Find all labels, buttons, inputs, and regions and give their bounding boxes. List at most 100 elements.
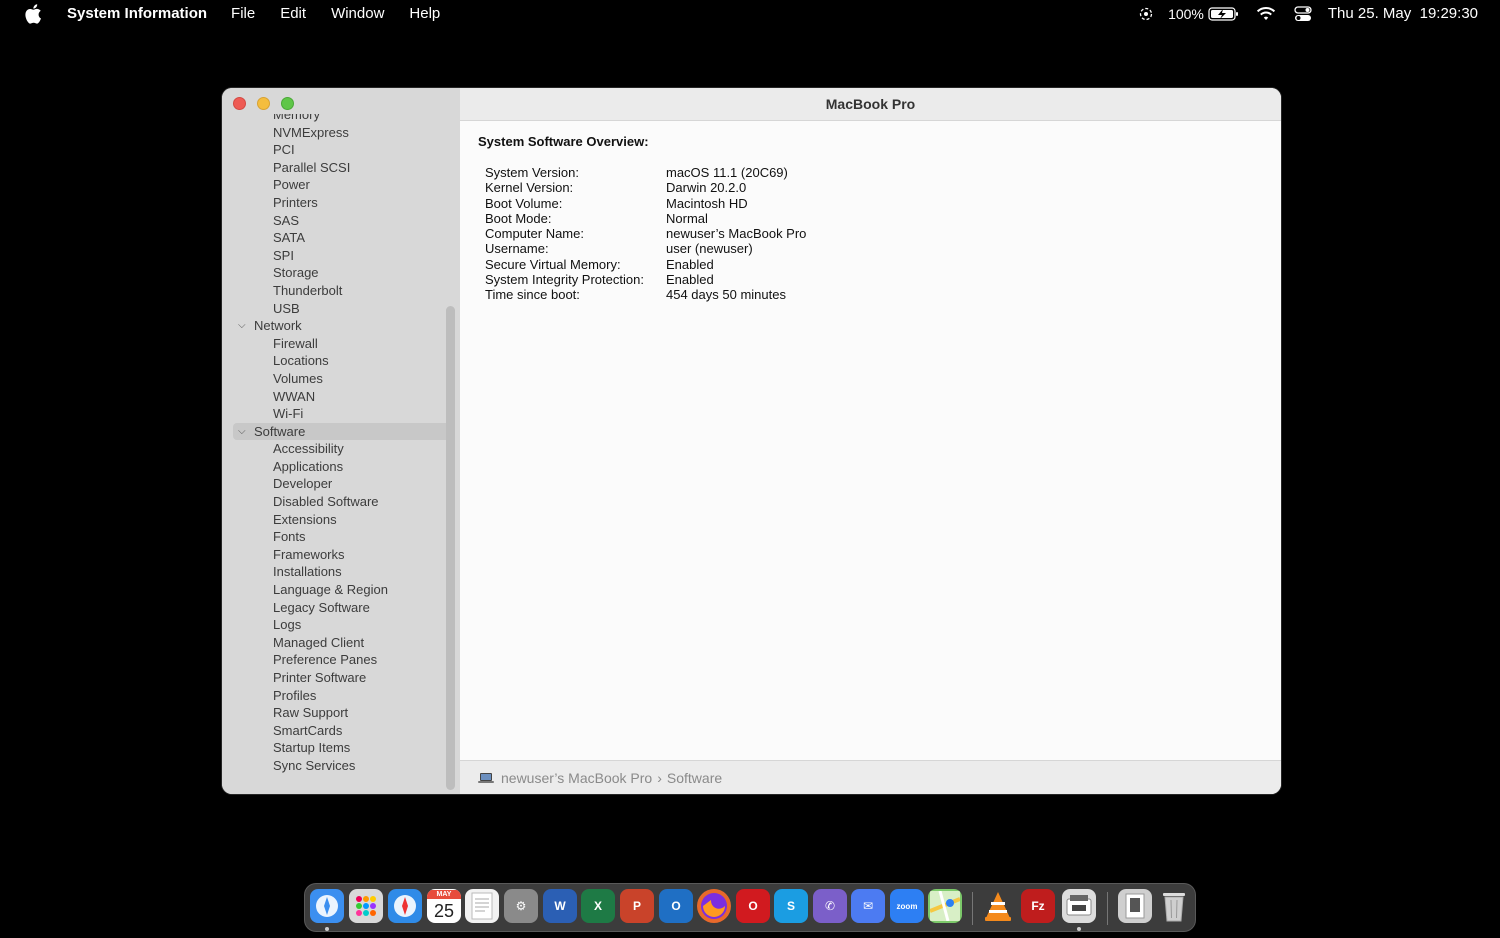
sidebar-item[interactable]: Startup Items — [222, 739, 460, 757]
sidebar-item[interactable]: Printers — [222, 194, 460, 212]
apple-menu-icon[interactable] — [24, 4, 42, 24]
sidebar-item[interactable]: Logs — [222, 616, 460, 634]
sidebar-item[interactable]: SPI — [222, 247, 460, 265]
sidebar-item[interactable]: SmartCards — [222, 722, 460, 740]
sidebar-item[interactable]: Printer Software — [222, 669, 460, 687]
sidebar-item[interactable]: Fonts — [222, 528, 460, 546]
sidebar-item-label: Disabled Software — [273, 494, 379, 510]
path-section[interactable]: Software — [667, 770, 722, 786]
sidebar-item[interactable]: Extensions — [222, 511, 460, 529]
messenger-icon[interactable]: ✉ — [851, 889, 885, 923]
sidebar-item[interactable]: Volumes — [222, 370, 460, 388]
zoom-icon[interactable]: zoom — [890, 889, 924, 923]
menu-help[interactable]: Help — [409, 5, 440, 22]
sidebar-item[interactable]: Profiles — [222, 687, 460, 705]
close-button[interactable] — [233, 97, 246, 110]
opera-icon[interactable]: O — [736, 889, 770, 923]
battery-charging-icon[interactable] — [1208, 6, 1240, 22]
sidebar-item[interactable]: Wi-Fi — [222, 405, 460, 423]
sidebar-item-label: Extensions — [273, 511, 337, 527]
sidebar-item-label: Storage — [273, 265, 319, 281]
sidebar-item-label: Locations — [273, 353, 329, 369]
calendar-icon[interactable]: MAY 25 — [427, 889, 461, 923]
overview-row: Secure Virtual Memory: Enabled — [485, 257, 806, 272]
vlc-icon[interactable] — [981, 889, 1015, 923]
system-preferences-icon[interactable]: ⚙ — [504, 889, 538, 923]
overview-row: System Version: macOS 11.1 (20C69) — [485, 165, 806, 180]
viber-icon[interactable]: ✆ — [813, 889, 847, 923]
excel-icon[interactable]: X — [581, 889, 615, 923]
control-center-icon[interactable] — [1294, 5, 1312, 22]
sidebar-scrollbar[interactable] — [446, 306, 455, 790]
outlook-icon[interactable]: O — [659, 889, 693, 923]
sidebar-item-label: Firewall — [273, 335, 318, 351]
sidebar-item[interactable]: Accessibility — [222, 440, 460, 458]
sidebar-item[interactable]: Firewall — [222, 335, 460, 353]
sidebar-item[interactable]: WWAN — [222, 388, 460, 406]
sidebar-item[interactable]: Frameworks — [222, 546, 460, 564]
sidebar-item[interactable]: Preference Panes — [222, 651, 460, 669]
safari-icon[interactable] — [388, 889, 422, 923]
maps-icon[interactable] — [928, 889, 962, 923]
menu-edit[interactable]: Edit — [280, 5, 306, 22]
sidebar-item[interactable]: Thunderbolt — [222, 282, 460, 300]
trash-icon[interactable] — [1157, 889, 1191, 923]
chevron-down-icon[interactable]: ⌵ — [238, 423, 246, 441]
sidebar-item[interactable]: Language & Region — [222, 581, 460, 599]
sidebar-item[interactable]: Locations — [222, 352, 460, 370]
finder-icon[interactable] — [310, 889, 344, 923]
menu-app-name[interactable]: System Information — [67, 5, 207, 22]
menu-window[interactable]: Window — [331, 5, 384, 22]
screen-recording-icon[interactable] — [1138, 6, 1154, 22]
running-indicator — [1077, 927, 1081, 931]
sidebar-item-label: Installations — [273, 564, 342, 580]
textedit-icon[interactable] — [465, 889, 499, 923]
sidebar-item[interactable]: Memory — [222, 114, 460, 124]
sidebar-item[interactable]: NVMExpress — [222, 124, 460, 142]
section-title: System Software Overview: — [478, 134, 649, 149]
chevron-down-icon[interactable]: ⌵ — [238, 317, 246, 335]
sidebar-group-software[interactable]: ⌵ Software — [233, 422, 451, 441]
wifi-icon[interactable] — [1256, 6, 1276, 22]
minimize-button[interactable] — [257, 97, 270, 110]
downloads-stack-icon[interactable] — [1118, 889, 1152, 923]
zoom-button[interactable] — [281, 97, 294, 110]
overview-key: Boot Volume: — [485, 195, 563, 211]
menu-file[interactable]: File — [231, 5, 255, 22]
sidebar-item[interactable]: Managed Client — [222, 634, 460, 652]
sidebar-item[interactable]: Raw Support — [222, 704, 460, 722]
sidebar-item-label: Frameworks — [273, 546, 345, 562]
path-computer[interactable]: newuser’s MacBook Pro — [501, 770, 652, 786]
system-information-icon[interactable] — [1062, 889, 1096, 923]
sidebar-item[interactable]: Legacy Software — [222, 599, 460, 617]
sidebar-item[interactable]: Disabled Software — [222, 493, 460, 511]
sidebar-item-label: Printers — [273, 194, 318, 210]
sidebar-group-network[interactable]: ⌵ Network — [222, 317, 460, 335]
calendar-month: MAY — [427, 889, 461, 899]
sidebar-item[interactable]: Sync Services — [222, 757, 460, 775]
launchpad-icon[interactable] — [349, 889, 383, 923]
dock-separator — [972, 892, 973, 925]
sidebar-item[interactable]: SAS — [222, 212, 460, 230]
filezilla-icon[interactable]: Fz — [1021, 889, 1055, 923]
sidebar-tree[interactable]: Memory NVMExpress PCI Parallel SCSI Power Pri… — [222, 114, 460, 794]
overview-key: Computer Name: — [485, 226, 584, 241]
sidebar-item[interactable]: Power — [222, 176, 460, 194]
menu-clock[interactable]: Thu 25. May 19:29:30 — [1328, 5, 1478, 22]
firefox-icon[interactable] — [697, 889, 731, 923]
sidebar-item[interactable]: Parallel SCSI — [222, 159, 460, 177]
sidebar-item[interactable]: Installations — [222, 563, 460, 581]
sidebar-item[interactable]: PCI — [222, 141, 460, 159]
sidebar-item-label: WWAN — [273, 388, 316, 404]
sidebar-item[interactable]: Storage — [222, 264, 460, 282]
sidebar-item[interactable]: Applications — [222, 458, 460, 476]
sidebar-item[interactable]: Developer — [222, 475, 460, 493]
sidebar-item[interactable]: SATA — [222, 229, 460, 247]
powerpoint-icon[interactable]: P — [620, 889, 654, 923]
sidebar-item[interactable]: USB — [222, 300, 460, 318]
word-icon[interactable]: W — [543, 889, 577, 923]
skype-icon[interactable]: S — [774, 889, 808, 923]
sidebar-item-label: NVMExpress — [273, 124, 349, 140]
sidebar-item-label: PCI — [273, 142, 295, 158]
overview-key: Username: — [485, 241, 549, 257]
